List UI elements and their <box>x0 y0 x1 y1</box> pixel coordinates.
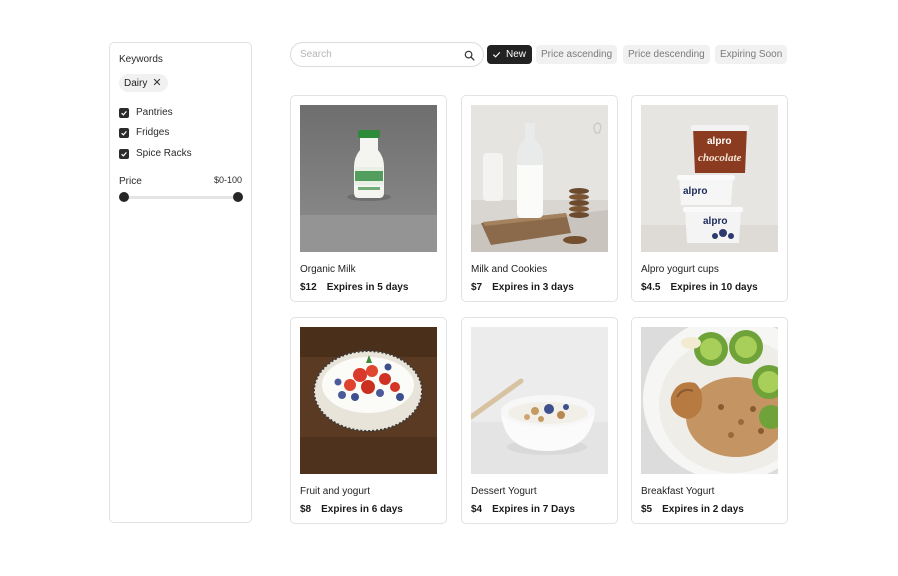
product-meta: $4.5 Expires in 10 days <box>641 282 758 293</box>
product-price: $5 <box>641 504 653 515</box>
keywords-title: Keywords <box>119 54 163 65</box>
checkbox-checked-icon[interactable] <box>119 107 129 118</box>
filter-label: New <box>506 49 527 60</box>
product-image <box>300 327 437 474</box>
product-card-dessert-yogurt[interactable]: Dessert Yogurt $4 Expires in 7 Days <box>461 317 618 524</box>
product-image <box>641 327 778 474</box>
product-expiry: Expires in 2 days <box>662 504 744 515</box>
brand-text: alpro <box>707 136 731 147</box>
product-name: Milk and Cookies <box>471 264 548 275</box>
product-meta: $5 Expires in 2 days <box>641 504 744 515</box>
filter-sidebar: Keywords Dairy ✕ Pantries Fridges Spice … <box>109 42 252 523</box>
product-meta: $12 Expires in 5 days <box>300 282 408 293</box>
product-meta: $7 Expires in 3 days <box>471 282 574 293</box>
product-meta: $4 Expires in 7 Days <box>471 504 575 515</box>
search-icon[interactable] <box>464 50 475 61</box>
check-icon <box>492 51 501 58</box>
checkbox-checked-icon[interactable] <box>119 148 129 159</box>
price-label: Price <box>119 176 142 187</box>
filter-label: Expiring Soon <box>720 49 783 60</box>
product-card-breakfast-yogurt[interactable]: Breakfast Yogurt $5 Expires in 2 days <box>631 317 788 524</box>
product-price: $4 <box>471 504 483 515</box>
product-expiry: Expires in 6 days <box>321 504 403 515</box>
product-price: $12 <box>300 282 317 293</box>
product-expiry: Expires in 7 Days <box>492 504 575 515</box>
product-price: $8 <box>300 504 312 515</box>
checkbox-label: Spice Racks <box>136 148 192 159</box>
filter-label: Price ascending <box>541 49 613 60</box>
product-image <box>471 327 608 474</box>
product-image <box>300 105 437 252</box>
brand-text: chocolate <box>698 152 741 164</box>
product-name: Dessert Yogurt <box>471 486 537 497</box>
product-card-fruit-and-yogurt[interactable]: Fruit and yogurt $8 Expires in 6 days <box>290 317 447 524</box>
keyword-chip-dairy[interactable]: Dairy ✕ <box>119 74 168 92</box>
checkbox-checked-icon[interactable] <box>119 127 129 138</box>
chip-label: Dairy <box>124 77 148 89</box>
product-card-alpro-yogurt-cups[interactable]: alpro chocolate alpro alpro Alpro yogurt… <box>631 95 788 302</box>
search-bar <box>290 42 484 67</box>
product-card-organic-milk[interactable]: Organic Milk $12 Expires in 5 days <box>290 95 447 302</box>
product-price: $4.5 <box>641 282 661 293</box>
product-name: Alpro yogurt cups <box>641 264 719 275</box>
product-expiry: Expires in 5 days <box>326 282 409 293</box>
product-meta: $8 Expires in 6 days <box>300 504 403 515</box>
product-image: alpro chocolate alpro alpro <box>641 105 778 252</box>
price-slider-min-handle[interactable] <box>119 192 129 202</box>
brand-text: alpro <box>683 186 707 197</box>
product-name: Fruit and yogurt <box>300 486 371 497</box>
product-expiry: Expires in 3 days <box>492 282 574 293</box>
checkbox-pantries[interactable]: Pantries <box>119 107 173 118</box>
filter-price-descending[interactable]: Price descending <box>623 45 710 64</box>
product-image <box>471 105 608 252</box>
product-name: Organic Milk <box>300 264 356 275</box>
checkbox-fridges[interactable]: Fridges <box>119 127 169 138</box>
price-slider-track[interactable] <box>123 196 238 199</box>
filter-price-ascending[interactable]: Price ascending <box>536 45 618 64</box>
filter-label: Price descending <box>628 49 705 60</box>
search-input[interactable] <box>300 47 460 62</box>
checkbox-spice-racks[interactable]: Spice Racks <box>119 148 192 159</box>
product-price: $7 <box>471 282 483 293</box>
product-expiry: Expires in 10 days <box>670 282 758 293</box>
filter-expiring-soon[interactable]: Expiring Soon <box>715 45 788 64</box>
price-slider-max-handle[interactable] <box>233 192 243 202</box>
brand-text: alpro <box>703 216 727 227</box>
filter-new[interactable]: New <box>487 45 533 64</box>
checkbox-label: Fridges <box>136 127 170 138</box>
product-card-milk-and-cookies[interactable]: Milk and Cookies $7 Expires in 3 days <box>461 95 618 302</box>
close-icon[interactable]: ✕ <box>152 77 161 89</box>
price-range-value: $0-100 <box>213 175 242 185</box>
checkbox-label: Pantries <box>136 107 173 118</box>
product-name: Breakfast Yogurt <box>641 486 715 497</box>
